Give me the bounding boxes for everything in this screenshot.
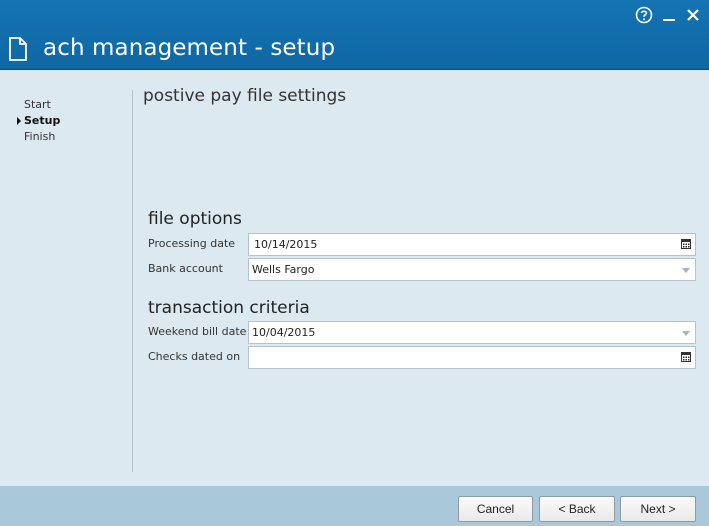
page-title: postive pay file settings xyxy=(143,86,347,106)
minimize-icon[interactable] xyxy=(660,6,678,24)
back-button[interactable]: < Back xyxy=(539,496,615,522)
processing-date-field[interactable]: 10/14/2015 xyxy=(248,233,696,256)
chevron-down-icon[interactable] xyxy=(682,331,690,336)
transaction-criteria-heading: transaction criteria xyxy=(148,298,310,318)
window-title: ach management - setup xyxy=(43,35,336,61)
bank-account-value: Wells Fargo xyxy=(252,263,315,276)
weekend-bill-date-select[interactable]: 10/04/2015 xyxy=(248,321,696,344)
file-options-heading: file options xyxy=(148,209,242,229)
bank-account-select[interactable]: Wells Fargo xyxy=(248,258,696,281)
weekend-bill-date-label: Weekend bill date xyxy=(148,325,247,338)
bank-account-label: Bank account xyxy=(148,262,223,275)
step-start[interactable]: Start xyxy=(24,98,51,111)
document-icon xyxy=(9,37,27,61)
help-icon[interactable] xyxy=(635,6,653,24)
close-icon[interactable] xyxy=(684,6,702,24)
current-step-arrow-icon xyxy=(17,117,21,125)
checks-dated-on-label: Checks dated on xyxy=(148,350,241,363)
processing-date-value: 10/14/2015 xyxy=(254,238,318,251)
step-finish[interactable]: Finish xyxy=(24,130,55,143)
calendar-icon[interactable] xyxy=(681,352,691,362)
processing-date-label: Processing date xyxy=(148,237,236,250)
checks-dated-on-field[interactable] xyxy=(248,346,696,369)
weekend-bill-date-value: 10/04/2015 xyxy=(252,326,316,339)
calendar-icon[interactable] xyxy=(681,239,691,249)
chevron-down-icon[interactable] xyxy=(682,268,690,273)
sidebar-divider xyxy=(132,90,133,472)
cancel-button[interactable]: Cancel xyxy=(458,496,533,522)
step-setup[interactable]: Setup xyxy=(24,114,60,127)
title-bar: ach management - setup xyxy=(0,0,709,70)
next-button[interactable]: Next > xyxy=(620,496,696,522)
wizard-steps xyxy=(0,70,131,486)
